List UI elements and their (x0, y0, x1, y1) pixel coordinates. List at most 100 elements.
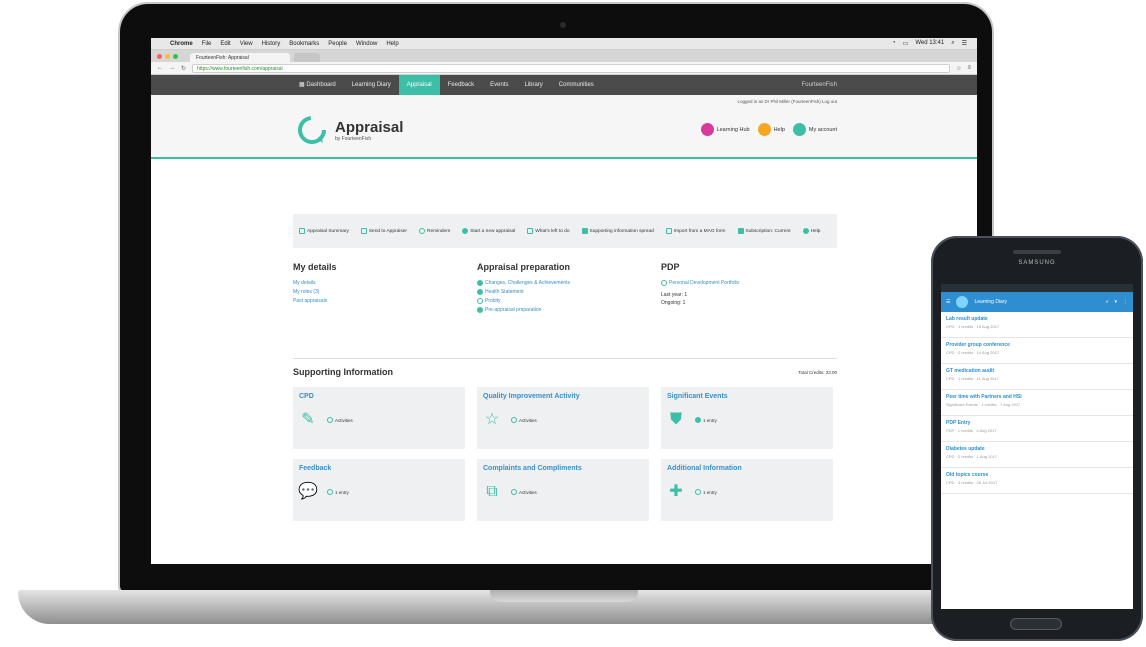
toolbar-whats-left[interactable]: What's left to do (527, 218, 570, 244)
toolbar-appraisal-summary[interactable]: Appraisal Summary (299, 218, 349, 244)
toolbar-help[interactable]: Help (802, 218, 820, 244)
card-cpd[interactable]: CPD ✎ Activities (293, 387, 465, 449)
star-bookmark-icon[interactable]: ☆ (956, 65, 961, 72)
toolbar-start-new-appraisal[interactable]: Start a new appraisal (462, 218, 515, 244)
wifi-icon[interactable]: ◔ (892, 40, 896, 47)
minimize-window-button[interactable] (165, 53, 170, 59)
chart-icon (581, 228, 588, 234)
card-feedback[interactable]: Feedback 💬 1 entry (293, 459, 465, 521)
help-link[interactable]: Help (757, 123, 785, 136)
menu-window[interactable]: Window (356, 41, 377, 47)
nav-events[interactable]: Events (482, 75, 516, 95)
card-complaints-compliments[interactable]: Complaints and Compliments ⧉ Activities (477, 459, 649, 521)
list-item-title: GT medication audit (946, 368, 995, 374)
menu-view[interactable]: View (240, 41, 253, 47)
list-item[interactable]: Old topics course CPD · 3 credits · 28 Ju… (941, 468, 1133, 494)
search-icon[interactable]: ⌕ (951, 40, 954, 47)
menu-edit[interactable]: Edit (220, 41, 230, 47)
list-item-subtitle: CPD · 2 credits · 14 Aug 2017 (946, 350, 1000, 355)
menu-bookmarks[interactable]: Bookmarks (289, 41, 319, 47)
nav-library[interactable]: Library (516, 75, 550, 95)
list-item[interactable]: Provider group conference CPD · 2 credits… (941, 338, 1133, 364)
prep-link-label: Pre-appraisal preparation (485, 307, 542, 313)
maximize-window-button[interactable] (173, 53, 178, 59)
phone-home-button[interactable] (1010, 618, 1062, 630)
card-quality-improvement[interactable]: Quality Improvement Activity ☆ Activities (477, 387, 649, 449)
list-item-subtitle: Significant Events · 1 credits · 7 Aug 2… (946, 402, 1021, 407)
hamburger-menu-icon[interactable]: ☰ (946, 299, 950, 305)
pencil-icon: ✎ (301, 411, 315, 428)
card-title: Feedback (299, 465, 332, 472)
nav-dashboard[interactable]: ▦ Dashboard (291, 75, 344, 95)
back-icon[interactable]: ← (157, 65, 163, 71)
prep-link-changes[interactable]: Changes, Challenges & Achievements (477, 280, 661, 286)
page-title: Appraisal (335, 118, 404, 136)
list-item[interactable]: Diabetes update CPD · 2 credits · 1 Aug 2… (941, 442, 1133, 468)
list-item[interactable]: Lab result update CPD · 1 credits · 15 Au… (941, 312, 1133, 338)
forward-icon[interactable]: → (169, 65, 175, 71)
menu-chrome[interactable]: Chrome (170, 41, 193, 47)
menu-history[interactable]: History (262, 41, 281, 47)
new-tab-button[interactable] (294, 53, 320, 62)
card-title: CPD (299, 393, 314, 400)
reload-icon[interactable]: ↻ (181, 65, 186, 72)
past-appraisals-link[interactable]: Past appraisals (293, 298, 477, 304)
list-item-subtitle: CPD · 1 credits · 11 Aug 2017 (946, 376, 999, 381)
toolbar-reminders[interactable]: Reminders (419, 218, 450, 244)
menu-clock[interactable]: Wed 13:41 (915, 40, 944, 47)
nav-communities[interactable]: Communities (551, 75, 602, 95)
prep-link-health[interactable]: Health Statement (477, 289, 661, 295)
nav-appraisal[interactable]: Appraisal (398, 75, 440, 95)
phone-screen: ☰ Learning Diary ⌕ ▾ ⋮ Lab result update… (941, 284, 1133, 609)
site-brand[interactable]: FourteenFish (802, 82, 837, 88)
list-item[interactable]: Peer time with Partners and HSI Significa… (941, 390, 1133, 416)
toolbar-supporting-info-spread[interactable]: Supporting information spread (581, 218, 654, 244)
check-circle-icon (477, 307, 483, 313)
window-controls (157, 53, 178, 59)
supporting-info-title: Supporting Information (293, 367, 393, 377)
prep-link-probity[interactable]: Probity (477, 298, 661, 304)
pdp-link-label: Personal Development Portfolio (669, 280, 740, 286)
toolbar-send-to-appraiser[interactable]: Send to Appraiser (360, 218, 407, 244)
list-item[interactable]: PDP Entry PDP · 1 credits · 4 Aug 2017 (941, 416, 1133, 442)
card-significant-events[interactable]: Significant Events ⛊ 1 entry (661, 387, 833, 449)
divider (293, 358, 837, 359)
prep-link-pre-appraisal[interactable]: Pre-appraisal preparation (477, 307, 661, 313)
card-additional-information[interactable]: Additional Information ✚ 1 entry (661, 459, 833, 521)
my-roles-link[interactable]: My roles (3) (293, 289, 477, 295)
my-details-link[interactable]: My details (293, 280, 477, 286)
empty-circle-icon (661, 280, 667, 286)
pdp-link[interactable]: Personal Development Portfolio (661, 280, 837, 286)
menu-file[interactable]: File (202, 41, 212, 47)
list-icon[interactable]: ☰ (962, 40, 967, 47)
search-icon[interactable]: ⌕ (1106, 299, 1109, 305)
menu-help[interactable]: Help (386, 41, 398, 47)
menu-people[interactable]: People (328, 41, 347, 47)
help-label: Help (773, 126, 785, 133)
toolbar-import-mag[interactable]: Import from a MAG form (665, 218, 726, 244)
learning-hub-link[interactable]: Learning Hub (700, 123, 750, 136)
list-item-subtitle: CPD · 3 credits · 28 Jul 2017 (946, 480, 998, 485)
my-account-link[interactable]: My account (792, 123, 837, 136)
check-circle-icon (477, 289, 483, 295)
toolbar-subscription[interactable]: Subscription: Current (737, 218, 791, 244)
nav-feedback[interactable]: Feedback (440, 75, 482, 95)
nav-learning-diary[interactable]: Learning Diary (344, 75, 399, 95)
close-window-button[interactable] (157, 53, 162, 59)
battery-icon[interactable]: ▭ (903, 40, 909, 47)
more-icon[interactable]: ⋮ (1123, 299, 1128, 305)
address-bar[interactable]: https://www.fourteenfish.com/appraisal (192, 63, 951, 73)
filter-icon[interactable]: ▾ (1114, 299, 1117, 305)
browser-menu-icon[interactable]: ≡ (967, 65, 971, 71)
phone-status-bar (941, 284, 1133, 292)
card-title: Significant Events (667, 393, 728, 400)
page-header: Logged in as Dr Phil Miller (FourteenFis… (151, 95, 977, 159)
appraisal-logo[interactable]: Appraisal by FourteenFish (295, 113, 403, 147)
documents-icon: ⧉ (486, 483, 498, 500)
logged-in-text[interactable]: Logged in as Dr Phil Miller (FourteenFis… (737, 99, 837, 104)
list-item[interactable]: GT medication audit CPD · 1 credits · 11 … (941, 364, 1133, 390)
browser-tab-active[interactable]: FourteenFish: Appraisal (190, 53, 290, 62)
phone-app-title: Learning Diary (974, 299, 1008, 305)
account-icon (792, 123, 806, 136)
section-title: My details (293, 262, 337, 272)
